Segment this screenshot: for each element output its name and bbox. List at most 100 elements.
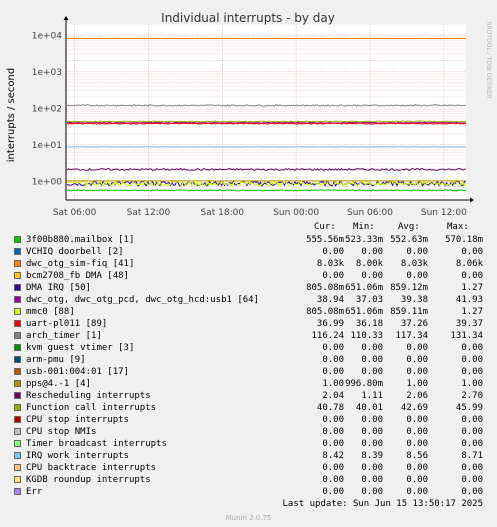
legend-label: CPU stop NMIs xyxy=(26,427,97,437)
legend-swatch xyxy=(14,296,21,303)
legend-value-avg: 0.00 xyxy=(406,367,428,377)
legend-value-avg: 2.06 xyxy=(406,391,428,401)
legend-label: usb-001:004:01 [17] xyxy=(26,367,129,377)
legend-label: IRQ work interrupts xyxy=(26,451,129,461)
legend-value-avg: 39.38 xyxy=(400,295,428,305)
legend-value-max: 0.00 xyxy=(461,367,483,377)
legend-value-avg: 8.03k xyxy=(400,259,428,269)
col-header-avg: Avg: xyxy=(398,222,420,232)
legend-label: dwc_otg_sim-fiq [41] xyxy=(26,259,135,269)
legend-value-avg: 8.56 xyxy=(406,451,428,461)
legend-label: kvm guest vtimer [3] xyxy=(26,343,135,353)
legend-row: usb-001:004:01 [17] 0.00 0.00 0.00 0.00 xyxy=(14,366,494,378)
x-tick-labels: Sat 06:00 Sat 12:00 Sat 18:00 Sun 00:00 Sun … xyxy=(53,208,467,218)
legend-value-max: 2.70 xyxy=(461,391,483,401)
legend-label: bcm2708_fb DMA [48] xyxy=(26,271,129,281)
legend-swatch xyxy=(14,464,21,471)
legend-value-max: 0.00 xyxy=(461,415,483,425)
legend-value-avg: 42.69 xyxy=(400,403,428,413)
legend-swatch xyxy=(14,344,21,351)
legend-row: DMA IRQ [50] 805.08m 651.06m 859.12m 1.27 xyxy=(14,282,494,294)
legend-value-max: 570.18m xyxy=(445,235,483,245)
legend-row: VCHIQ doorbell [2] 0.00 0.00 0.00 0.00 xyxy=(14,246,494,258)
rrdtool-side-label: RRDTOOL / TOBI OETIKER xyxy=(485,21,492,98)
legend-row: Rescheduling interrupts 2.04 1.11 2.06 2.70 xyxy=(14,390,494,402)
y-axis-arrow xyxy=(63,16,69,20)
legend-value-avg: 859.12m xyxy=(390,283,428,293)
legend-row: CPU backtrace interrupts 0.00 0.00 0.00 0.00 xyxy=(14,462,494,474)
legend-value-avg: 0.00 xyxy=(406,427,428,437)
legend-value-max: 0.00 xyxy=(461,487,483,497)
legend-value-max: 39.37 xyxy=(455,319,483,329)
legend-value-avg: 0.00 xyxy=(406,355,428,365)
legend-label: uart-pl011 [89] xyxy=(26,319,108,329)
legend-value-avg: 0.00 xyxy=(406,271,428,281)
legend-swatch xyxy=(14,236,21,243)
legend-value-max: 1.27 xyxy=(461,283,483,293)
legend-value-max: 0.00 xyxy=(461,271,483,281)
chart-canvas: Individual interrupts - by day interrupt… xyxy=(6,11,492,218)
legend-label: 3f00b880.mailbox [1] xyxy=(26,235,135,245)
legend-label: CPU backtrace interrupts xyxy=(26,463,157,473)
legend-value-max: 0.00 xyxy=(461,475,483,485)
legend-row: uart-pl011 [89] 36.99 36.18 37.26 39.37 xyxy=(14,318,494,330)
legend-row: CPU stop NMIs 0.00 0.00 0.00 0.00 xyxy=(14,426,494,438)
legend-value-avg: 1.00 xyxy=(406,379,428,389)
legend-label: arch_timer [1] xyxy=(26,331,102,341)
y-tick-label: 1e+02 xyxy=(32,104,62,114)
legend-value-max: 0.00 xyxy=(461,355,483,365)
legend-value-avg: 859.11m xyxy=(390,307,428,317)
legend-row: arm-pmu [9] 0.00 0.00 0.00 0.00 xyxy=(14,354,494,366)
legend-value-max: 0.00 xyxy=(461,247,483,257)
legend-value-avg: 0.00 xyxy=(406,415,428,425)
col-header-max: Max: xyxy=(447,222,469,232)
legend-swatch xyxy=(14,488,21,495)
legend-value-max: 41.93 xyxy=(455,295,483,305)
legend-row: pps@4.-1 [4] 1.00 996.80m 1.00 1.00 xyxy=(14,378,494,390)
legend-label: pps@4.-1 [4] xyxy=(26,379,92,389)
legend-label: Rescheduling interrupts xyxy=(26,391,151,401)
chart-title: Individual interrupts - by day xyxy=(161,11,335,25)
y-tick-label: 1e+01 xyxy=(32,141,62,151)
legend-value-max: 8.71 xyxy=(461,451,483,461)
legend-value-max: 0.00 xyxy=(461,427,483,437)
legend-value-max: 131.34 xyxy=(450,331,483,341)
legend-swatch xyxy=(14,404,21,411)
legend-value-max: 0.00 xyxy=(461,463,483,473)
y-tick-labels: 1e+04 1e+03 1e+02 1e+01 1e+00 xyxy=(32,31,63,187)
legend-value-avg: 0.00 xyxy=(406,475,428,485)
legend-row: KGDB roundup interrupts 0.00 0.00 0.00 0.00 xyxy=(14,474,494,486)
legend-row: CPU stop interrupts 0.00 0.00 0.00 0.00 xyxy=(14,414,494,426)
legend-value-avg: 0.00 xyxy=(406,343,428,353)
y-tick-label: 1e+00 xyxy=(32,177,63,187)
legend-swatch xyxy=(14,476,21,483)
x-tick-label: Sun 06:00 xyxy=(347,208,393,218)
legend-row: dwc_otg_sim-fiq [41] 8.03k 8.00k 8.03k 8.06k xyxy=(14,258,494,270)
x-tick-label: Sun 00:00 xyxy=(273,208,319,218)
legend-row: IRQ work interrupts 8.42 8.39 8.56 8.71 xyxy=(14,450,494,462)
x-tick-label: Sat 18:00 xyxy=(201,208,245,218)
legend-value-avg: 0.00 xyxy=(406,439,428,449)
legend-row: bcm2708_fb DMA [48] 0.00 0.00 0.00 0.00 xyxy=(14,270,494,282)
legend-value-avg: 0.00 xyxy=(406,463,428,473)
legend-row: Timer broadcast interrupts 0.00 0.00 0.00 0.… xyxy=(14,438,494,450)
legend-label: mmc0 [88] xyxy=(26,307,75,317)
legend-value-max: 0.00 xyxy=(461,439,483,449)
legend-value-max: 8.06k xyxy=(455,259,483,269)
legend-swatch xyxy=(14,272,21,279)
legend-value-avg: 37.26 xyxy=(400,319,428,329)
col-header-cur: Cur: xyxy=(314,222,336,232)
legend-value-max: 1.00 xyxy=(461,379,483,389)
y-axis-label: interrupts / second xyxy=(6,68,17,162)
legend-label: KGDB roundup interrupts xyxy=(26,475,151,485)
legend-label: arm-pmu [9] xyxy=(26,355,86,365)
legend-swatch xyxy=(14,428,21,435)
x-tick-label: Sun 12:00 xyxy=(421,208,467,218)
legend-label: CPU stop interrupts xyxy=(26,415,129,425)
legend-row: Function call interrupts 40.78 40.01 42.69 4… xyxy=(14,402,494,414)
legend-label: DMA IRQ [50] xyxy=(26,283,92,293)
legend-label: Function call interrupts xyxy=(26,403,157,413)
col-header-min: Min: xyxy=(353,222,375,232)
legend-row: mmc0 [88] 805.08m 651.06m 859.11m 1.27 xyxy=(14,306,494,318)
legend-swatch xyxy=(14,392,21,399)
